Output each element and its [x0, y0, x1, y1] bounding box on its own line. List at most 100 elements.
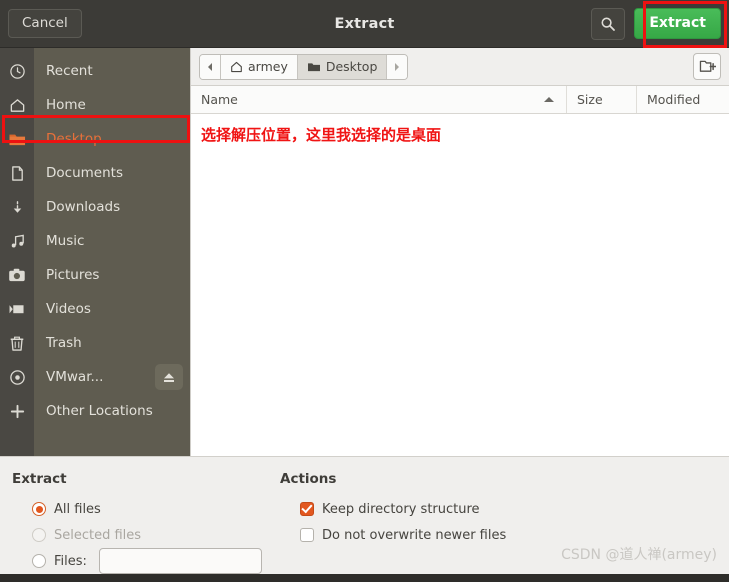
radio-selected-files: Selected files [12, 522, 268, 548]
radio-files[interactable]: Files: [12, 548, 268, 574]
column-header-label: Name [201, 92, 238, 107]
home-icon [10, 98, 24, 112]
checkbox-keep-directory-structure[interactable]: Keep directory structure [280, 496, 729, 522]
breadcrumb-label: Desktop [325, 59, 378, 74]
eject-button[interactable] [155, 364, 183, 390]
sidebar-icon-pictures[interactable] [0, 258, 34, 292]
files-input[interactable] [98, 548, 262, 574]
plus-icon [10, 404, 24, 418]
sidebar-item-label: Trash [46, 335, 82, 351]
dialog-body: Recent Home Desktop Documents Downloads … [0, 48, 729, 456]
column-header-name[interactable]: Name [191, 86, 567, 113]
eject-icon [164, 372, 174, 382]
sidebar-item-trash[interactable]: Trash [34, 326, 190, 360]
column-header-size[interactable]: Size [567, 86, 637, 113]
sidebar-icon-documents[interactable] [0, 156, 34, 190]
radio-label: Selected files [54, 527, 142, 543]
search-icon [601, 16, 616, 31]
header-actions: Extract [591, 7, 721, 40]
extract-button[interactable]: Extract [634, 7, 721, 40]
download-icon [13, 200, 21, 213]
path-bar: armey Desktop [191, 48, 729, 86]
sidebar-item-recent[interactable]: Recent [34, 54, 190, 88]
sidebar-item-desktop[interactable]: Desktop [34, 122, 190, 156]
sidebar-item-label: Home [46, 97, 86, 113]
checkbox-label: Do not overwrite newer files [322, 527, 507, 543]
sidebar: Recent Home Desktop Documents Downloads … [0, 48, 190, 456]
sidebar-item-home[interactable]: Home [34, 88, 190, 122]
breadcrumb: armey Desktop [199, 53, 409, 80]
sidebar-item-downloads[interactable]: Downloads [34, 190, 190, 224]
sidebar-item-label: Music [46, 233, 85, 249]
sidebar-icon-music[interactable] [0, 224, 34, 258]
search-button[interactable] [591, 7, 626, 40]
radio-icon [32, 502, 46, 516]
radio-all-files[interactable]: All files [12, 496, 268, 522]
sidebar-item-label: Other Locations [46, 403, 153, 419]
sort-ascending-icon [544, 97, 554, 102]
sidebar-icon-trash[interactable] [0, 326, 34, 360]
sidebar-item-documents[interactable]: Documents [34, 156, 190, 190]
checkbox-icon [300, 502, 314, 516]
sidebar-icon-downloads[interactable] [0, 190, 34, 224]
options-panel: Extract All files Selected files Files: … [0, 456, 729, 582]
sidebar-item-label: Pictures [46, 267, 100, 283]
sidebar-item-vmware[interactable]: VMwar... [34, 360, 190, 394]
clock-icon [9, 63, 25, 79]
window-bottom-strip [0, 574, 729, 582]
column-header-label: Modified [647, 92, 701, 107]
column-header-label: Size [577, 92, 603, 107]
home-icon [231, 61, 242, 72]
sidebar-icon-recent[interactable] [0, 54, 34, 88]
sidebar-icon-vmware[interactable] [0, 360, 34, 394]
radio-label: All files [54, 501, 101, 517]
chevron-left-icon [208, 62, 212, 71]
sidebar-icon-desktop[interactable] [0, 122, 34, 156]
new-folder-icon [699, 60, 716, 72]
column-header-modified[interactable]: Modified [637, 86, 729, 113]
breadcrumb-back-button[interactable] [200, 54, 221, 79]
sidebar-item-label: Videos [46, 301, 91, 317]
new-folder-button[interactable] [693, 53, 721, 80]
breadcrumb-item-armey[interactable]: armey [221, 54, 298, 79]
sidebar-item-pictures[interactable]: Pictures [34, 258, 190, 292]
actions-options-title: Actions [280, 471, 337, 487]
sidebar-item-label: Documents [46, 165, 123, 181]
sidebar-item-videos[interactable]: Videos [34, 292, 190, 326]
sidebar-list: Recent Home Desktop Documents Downloads … [34, 48, 190, 456]
header-bar: Cancel Extract Extract [0, 0, 729, 48]
disc-icon [9, 369, 25, 385]
sidebar-icon-strip [0, 48, 34, 456]
sidebar-icon-other-locations[interactable] [0, 394, 34, 428]
file-list[interactable]: 选择解压位置，这里我选择的是桌面 [191, 114, 729, 456]
sidebar-item-label: VMwar... [46, 369, 104, 385]
extract-options-title: Extract [12, 471, 67, 487]
sidebar-item-label: Recent [46, 63, 93, 79]
music-note-icon [11, 234, 24, 247]
extract-dialog: Cancel Extract Extract Recent Home Deskt… [0, 0, 729, 582]
sidebar-item-label: Desktop [46, 131, 102, 147]
sidebar-item-other-locations[interactable]: Other Locations [34, 394, 190, 428]
document-icon [11, 165, 23, 181]
video-icon [9, 305, 24, 314]
breadcrumb-forward-button[interactable] [387, 54, 408, 79]
extract-options-group: Extract All files Selected files Files: [0, 471, 268, 582]
checkbox-do-not-overwrite[interactable]: Do not overwrite newer files [280, 522, 729, 548]
radio-label: Files: [54, 553, 87, 569]
chevron-right-icon [395, 62, 400, 71]
sidebar-item-label: Downloads [46, 199, 121, 215]
cancel-button[interactable]: Cancel [8, 9, 82, 38]
folder-icon [8, 134, 25, 145]
radio-icon [32, 528, 46, 542]
column-headers: Name Size Modified [191, 86, 729, 114]
annotation-text: 选择解压位置，这里我选择的是桌面 [201, 126, 442, 144]
breadcrumb-item-desktop[interactable]: Desktop [297, 54, 388, 79]
camera-icon [9, 268, 25, 282]
sidebar-item-music[interactable]: Music [34, 224, 190, 258]
sidebar-icon-home[interactable] [0, 88, 34, 122]
breadcrumb-label: armey [248, 59, 288, 74]
radio-icon [32, 554, 46, 568]
trash-icon [10, 336, 24, 351]
checkbox-icon [300, 528, 314, 542]
sidebar-icon-videos[interactable] [0, 292, 34, 326]
